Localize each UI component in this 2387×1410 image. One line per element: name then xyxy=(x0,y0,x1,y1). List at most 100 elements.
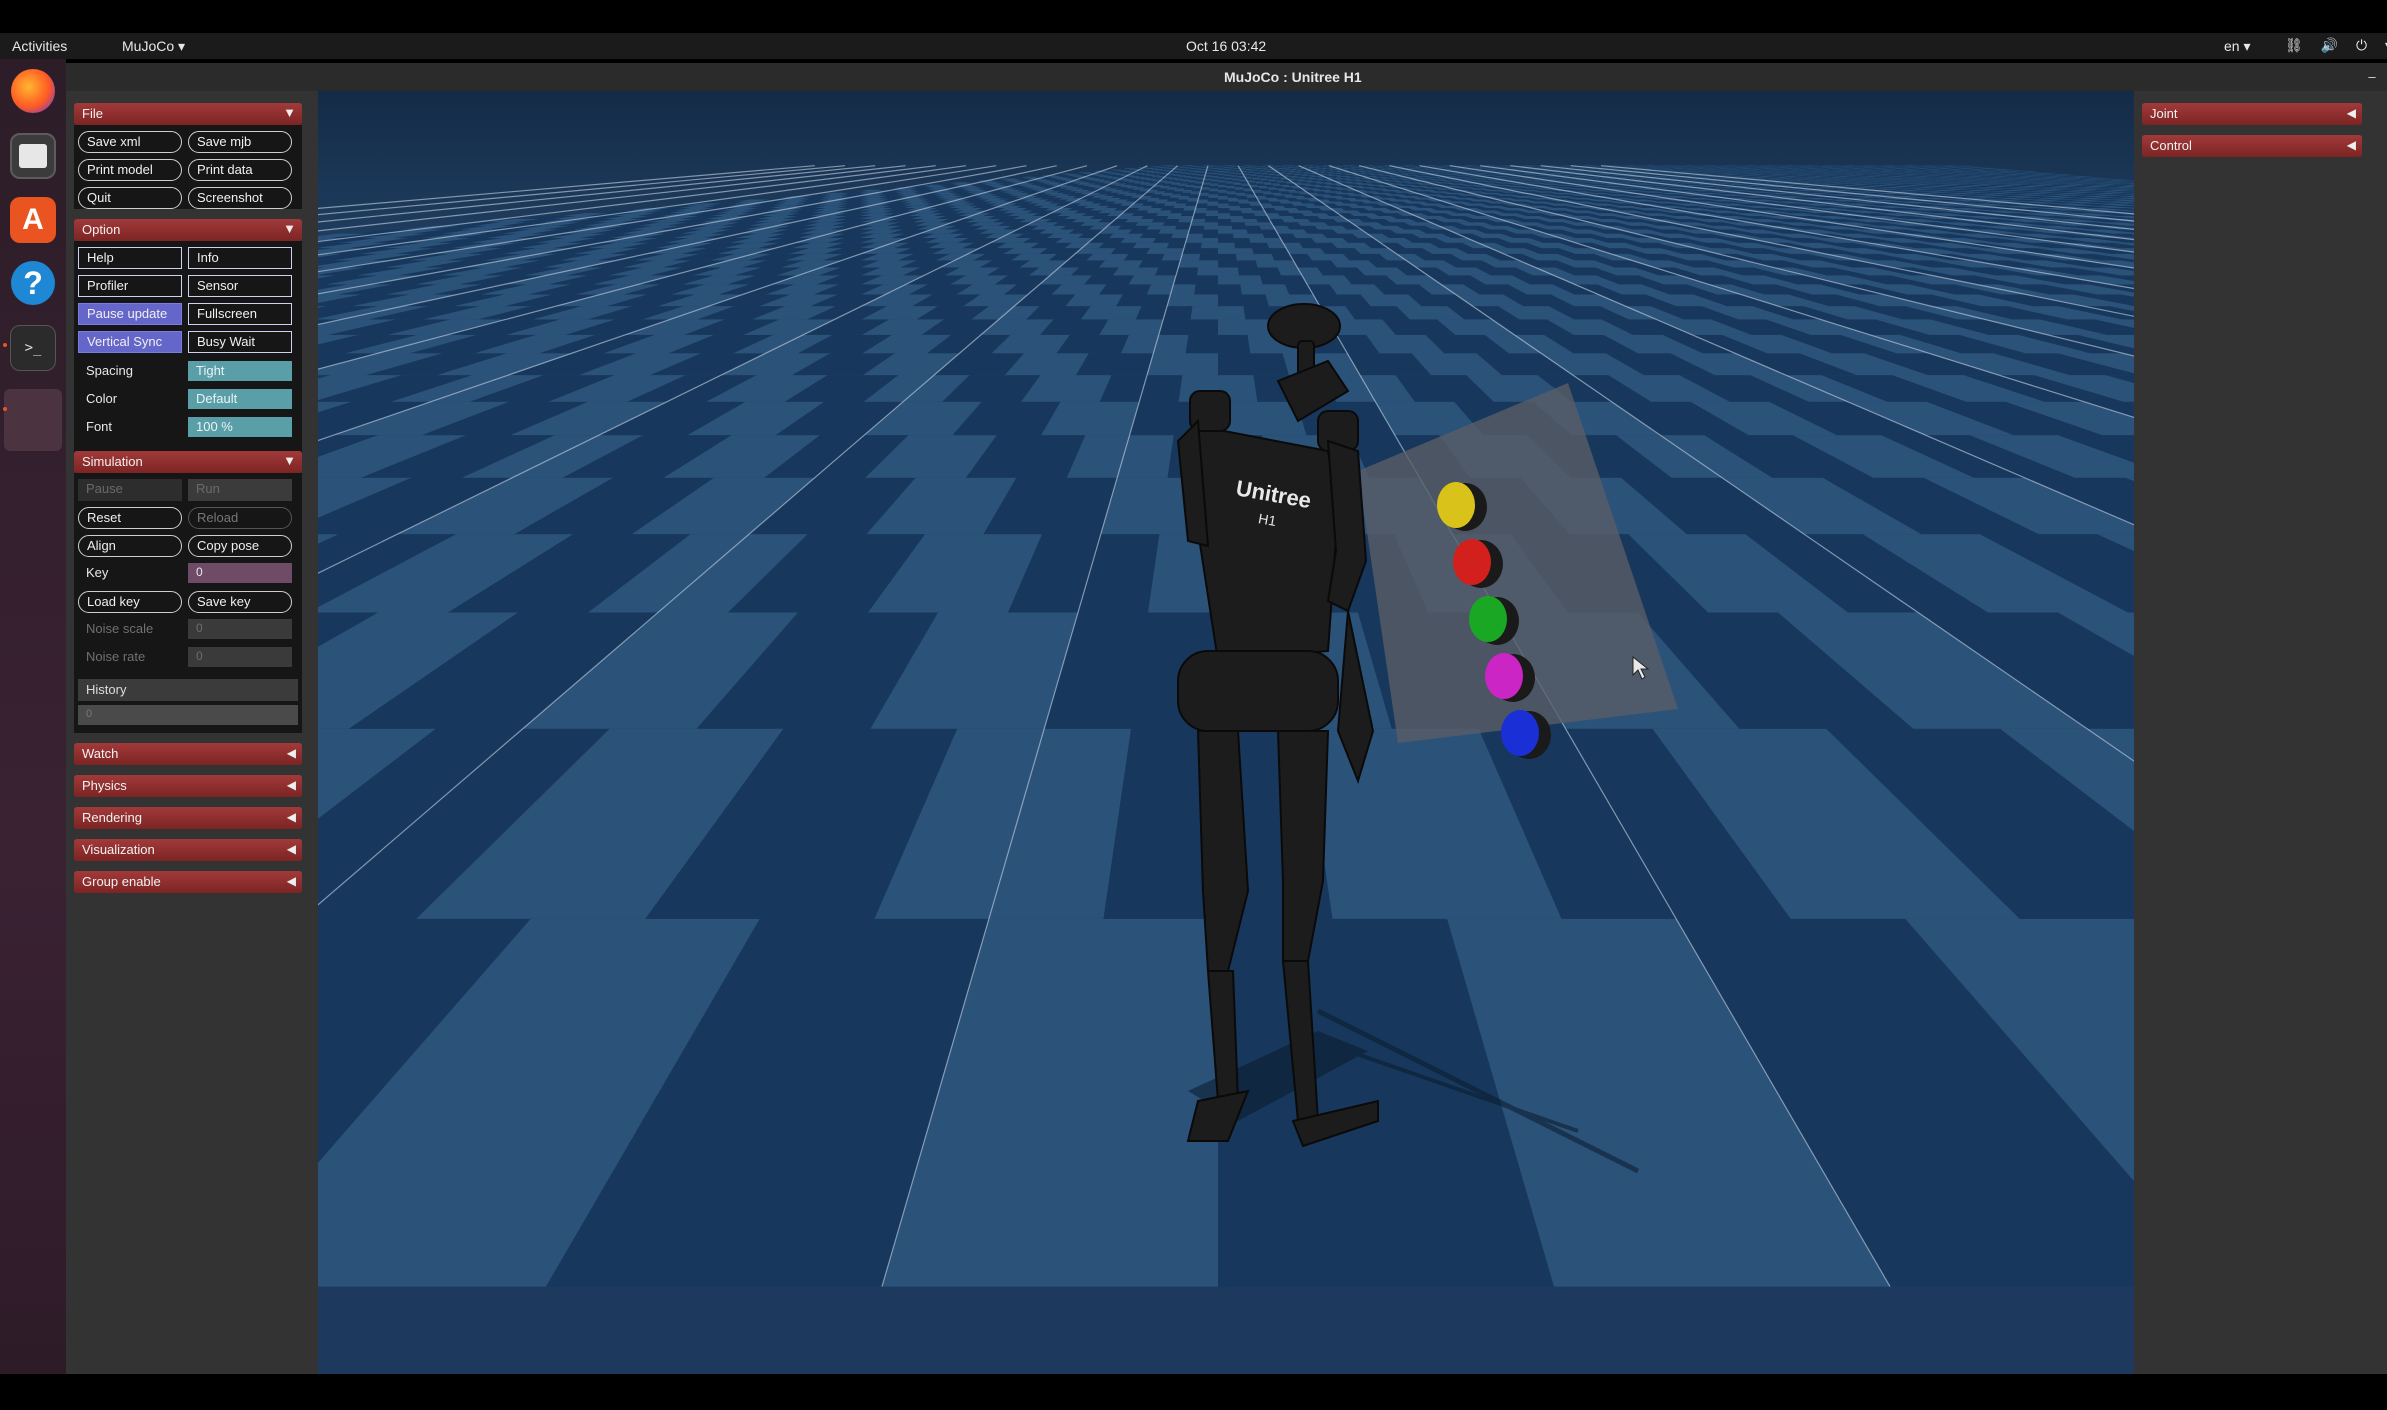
mujoco-window-icon[interactable] xyxy=(4,389,62,451)
run-button[interactable]: Run xyxy=(188,479,292,501)
busy-wait-checkbox[interactable]: Busy Wait xyxy=(188,331,292,353)
floor-tile xyxy=(1084,275,1134,285)
spacing-select[interactable]: Tight xyxy=(188,361,292,381)
floor-tile xyxy=(1245,168,1257,169)
font-select[interactable]: 100 % xyxy=(188,417,292,437)
floor-tile xyxy=(1358,169,1372,171)
reload-button[interactable]: Reload xyxy=(188,507,292,529)
save-key-button[interactable]: Save key xyxy=(188,591,292,613)
vertical-sync-checkbox[interactable]: Vertical Sync xyxy=(78,331,182,353)
floor-tile xyxy=(1302,165,1315,166)
floor-tile xyxy=(1162,184,1179,186)
screenshot-button[interactable]: Screenshot xyxy=(188,187,292,209)
quit-button[interactable]: Quit xyxy=(78,187,182,209)
rendering-section-header[interactable]: Rendering ◀ xyxy=(74,807,302,829)
profiler-checkbox[interactable]: Profiler xyxy=(78,275,182,297)
floor-tile xyxy=(1136,173,1150,175)
floor-tile xyxy=(1180,167,1192,168)
floor-tile xyxy=(1315,182,1333,184)
help-checkbox[interactable]: Help xyxy=(78,247,182,269)
floor-tile xyxy=(1072,182,1091,184)
save-mjb-button[interactable]: Save mjb xyxy=(188,131,292,153)
floor-tile xyxy=(1099,375,1183,402)
load-key-button[interactable]: Load key xyxy=(78,591,182,613)
help-icon[interactable]: ? xyxy=(11,261,55,305)
floor-tile xyxy=(1291,194,1313,196)
floor-tile xyxy=(1199,253,1237,261)
print-data-button[interactable]: Print data xyxy=(188,159,292,181)
floor-tile xyxy=(1158,181,1174,183)
floor-tile xyxy=(1206,169,1218,170)
floor-tile xyxy=(1255,260,1298,268)
floor-tile xyxy=(1255,182,1272,184)
print-model-button[interactable]: Print model xyxy=(78,159,182,181)
floor-tile xyxy=(1203,179,1218,181)
floor-tile xyxy=(1241,171,1254,173)
software-icon[interactable]: A xyxy=(10,197,56,243)
option-section-header[interactable]: Option ▼ xyxy=(74,219,302,241)
floor-tile xyxy=(1200,188,1218,190)
noise-rate-input[interactable]: 0 xyxy=(188,647,292,667)
floor-tile xyxy=(1191,175,1205,177)
floor-tile xyxy=(1293,178,1310,180)
save-xml-button[interactable]: Save xml xyxy=(78,131,182,153)
file-section-header[interactable]: File ▼ xyxy=(74,103,302,125)
floor-tile xyxy=(1218,216,1244,219)
floor-tile xyxy=(1204,177,1218,179)
firefox-icon[interactable] xyxy=(11,69,55,113)
floor-tile xyxy=(1313,185,1333,188)
floor-tile xyxy=(1218,169,1230,170)
floor-tile xyxy=(1205,172,1218,174)
pause-button[interactable]: Pause xyxy=(78,479,182,501)
pause-update-checkbox[interactable]: Pause update xyxy=(78,303,182,325)
floor-tile xyxy=(1082,213,1111,216)
color-select[interactable]: Default xyxy=(188,389,292,409)
noise-scale-input[interactable]: 0 xyxy=(188,619,292,639)
joint-section-header[interactable]: Joint ◀ xyxy=(2142,103,2362,125)
3d-viewport[interactable]: Unitree H1 xyxy=(318,91,2134,1374)
floor-tile xyxy=(1249,185,1267,188)
floor-tile xyxy=(1284,169,1297,170)
floor-tile xyxy=(1069,172,1085,174)
floor-tile xyxy=(1168,178,1184,180)
floor-tile xyxy=(1081,306,1142,320)
fullscreen-checkbox[interactable]: Fullscreen xyxy=(188,303,292,325)
floor-tile xyxy=(1319,184,1338,186)
floor-tile xyxy=(1158,197,1180,200)
app-menu[interactable]: MuJoCo ▾ xyxy=(122,38,185,55)
system-status-menu[interactable]: ⛓ 🔊 ⏻ ▾ xyxy=(2285,37,2387,54)
expand-arrow-icon: ◀ xyxy=(286,842,296,856)
copy-pose-button[interactable]: Copy pose xyxy=(188,535,292,557)
floor-tile xyxy=(1273,194,1294,196)
floor-tile xyxy=(1303,184,1322,186)
history-slider[interactable]: 0 xyxy=(78,705,298,725)
floor-tile xyxy=(1307,219,1338,223)
info-checkbox[interactable]: Info xyxy=(188,247,292,269)
floor-tile xyxy=(1242,172,1256,174)
files-icon[interactable] xyxy=(10,133,56,179)
group-enable-section-header[interactable]: Group enable ◀ xyxy=(74,871,302,893)
reset-button[interactable]: Reset xyxy=(78,507,182,529)
align-button[interactable]: Align xyxy=(78,535,182,557)
sensor-checkbox[interactable]: Sensor xyxy=(188,275,292,297)
floor-tile xyxy=(1264,176,1279,178)
floor-tile xyxy=(1297,180,1314,182)
minimize-icon[interactable]: – xyxy=(2362,67,2382,87)
window-title-bar[interactable]: MuJoCo : Unitree H1 – ▫ ✕ xyxy=(66,63,2387,91)
clock[interactable]: Oct 16 03:42 xyxy=(1186,38,1266,54)
floor-tile xyxy=(1212,166,1224,167)
simulation-section-header[interactable]: Simulation ▼ xyxy=(74,451,302,473)
control-section-header[interactable]: Control ◀ xyxy=(2142,135,2362,157)
watch-section-header[interactable]: Watch ◀ xyxy=(74,743,302,765)
physics-section-header[interactable]: Physics ◀ xyxy=(74,775,302,797)
visualization-section-header[interactable]: Visualization ◀ xyxy=(74,839,302,861)
activities-button[interactable]: Activities xyxy=(12,38,67,54)
key-slider[interactable]: 0 xyxy=(188,563,292,583)
terminal-icon[interactable]: >_ xyxy=(10,325,56,371)
floor-tile xyxy=(1209,187,1227,189)
floor-tile xyxy=(1302,179,1319,181)
language-selector[interactable]: en ▾ xyxy=(2224,38,2251,55)
floor-tile xyxy=(1116,294,1171,307)
floor-tile xyxy=(1086,253,1129,261)
floor-tile xyxy=(1102,172,1117,173)
